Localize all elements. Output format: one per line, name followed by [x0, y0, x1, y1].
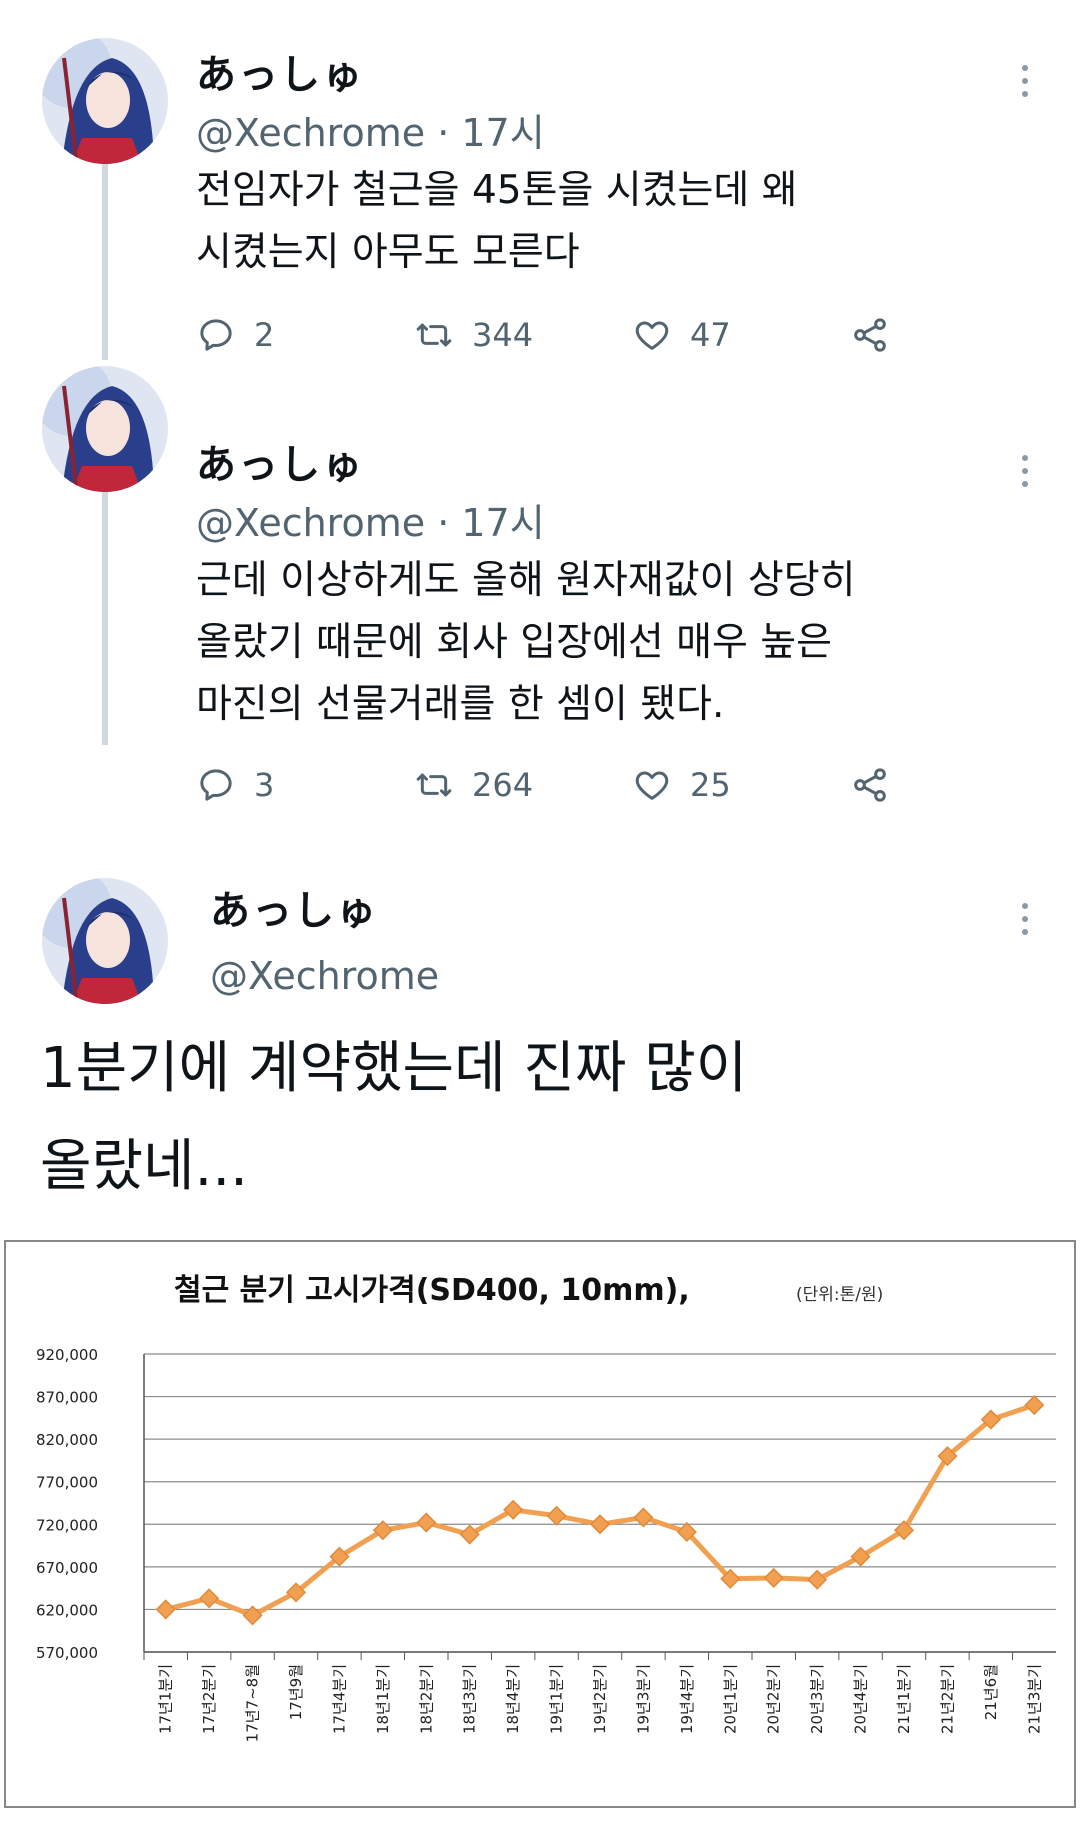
x-tick-label: 17년7~8월 — [244, 1664, 262, 1742]
data-point — [155, 1599, 176, 1620]
x-tick-label: 20년1분기 — [721, 1664, 739, 1734]
more-vertical-icon[interactable] — [1015, 903, 1035, 943]
tweet-2[interactable]: あっしゅ @Xechrome · 17시 근데 이상하게도 올해 원자재값이 상… — [0, 360, 1080, 804]
retweet-icon — [416, 323, 452, 347]
x-tick-label: 21년1분기 — [895, 1664, 913, 1734]
like-count: 25 — [690, 766, 731, 804]
y-tick-label: 870,000 — [36, 1389, 98, 1407]
chart-title: 철근 분기 고시가격(SD400, 10mm), — [174, 1273, 690, 1308]
tweet-actions: 2 344 47 — [196, 310, 916, 360]
x-tick-label: 20년2분기 — [765, 1664, 783, 1734]
x-tick-label: 20년4분기 — [852, 1664, 870, 1734]
data-point — [763, 1567, 784, 1588]
data-point — [546, 1505, 567, 1526]
y-tick-label: 920,000 — [36, 1346, 98, 1364]
handle-and-time[interactable]: @Xechrome · 17시 — [196, 102, 545, 157]
heart-icon — [635, 321, 669, 350]
data-point — [416, 1512, 437, 1533]
reply-icon — [200, 769, 232, 801]
y-tick-label: 820,000 — [36, 1431, 98, 1449]
like-button[interactable]: 25 — [632, 760, 731, 810]
x-tick-label: 17년9월 — [287, 1664, 305, 1720]
y-tick-label: 770,000 — [36, 1474, 98, 1492]
x-tick-label: 17년1분기 — [157, 1664, 175, 1734]
data-point — [199, 1588, 220, 1609]
handle-and-time[interactable]: @Xechrome · 17시 — [196, 492, 545, 547]
x-tick-label: 21년2분기 — [938, 1664, 956, 1734]
y-tick-label: 620,000 — [36, 1601, 98, 1619]
x-tick-label: 19년2분기 — [591, 1664, 609, 1734]
avatar[interactable] — [42, 366, 168, 492]
share-button[interactable] — [850, 760, 890, 810]
share-icon — [854, 768, 886, 802]
data-point — [1024, 1395, 1045, 1416]
x-tick-label: 21년6월 — [982, 1664, 1000, 1720]
retweet-button[interactable]: 264 — [414, 760, 533, 810]
share-button[interactable] — [850, 310, 890, 360]
handle[interactable]: @Xechrome — [210, 954, 439, 998]
x-tick-label: 18년3분기 — [461, 1664, 479, 1734]
tweet-text: 근데 이상하게도 올해 원자재값이 상당히 올랐기 때문에 회사 입장에선 매우… — [196, 558, 856, 727]
reply-count: 2 — [254, 316, 275, 354]
reply-button[interactable]: 2 — [196, 310, 274, 360]
reply-button[interactable]: 3 — [196, 760, 274, 810]
reply-icon — [200, 319, 232, 351]
tweet-text: 전임자가 철근을 45톤을 시켰는데 왜 시켰는지 아무도 모른다 — [196, 168, 798, 275]
retweet-count: 344 — [472, 316, 534, 354]
display-name[interactable]: あっしゅ — [196, 432, 364, 490]
more-vertical-icon[interactable] — [1015, 65, 1035, 105]
x-tick-label: 18년2분기 — [417, 1664, 435, 1734]
like-button[interactable]: 47 — [632, 310, 731, 360]
x-tick-label: 20년3분기 — [808, 1664, 826, 1734]
data-point — [589, 1514, 611, 1535]
x-tick-label: 17년2분기 — [200, 1664, 218, 1734]
avatar[interactable] — [42, 878, 168, 1004]
x-tick-label: 17년4분기 — [330, 1664, 348, 1734]
x-tick-label: 19년1분기 — [548, 1664, 566, 1734]
x-tick-label: 19년4분기 — [678, 1664, 696, 1734]
retweet-icon — [416, 773, 452, 797]
tweet-text-large: 1분기에 계약했는데 진짜 많이 올랐네... — [40, 1036, 748, 1199]
y-tick-label: 570,000 — [36, 1644, 98, 1662]
retweet-count: 264 — [472, 766, 534, 804]
tweet-1[interactable]: あっしゅ @Xechrome · 17시 전임자가 철근을 45톤을 시켰는데 … — [0, 0, 1080, 360]
x-tick-label: 19년3분기 — [634, 1664, 652, 1734]
data-point — [807, 1569, 828, 1590]
attached-chart-image[interactable]: 철근 분기 고시가격(SD400, 10mm), (단위:톤/원) 920,00… — [4, 1240, 1076, 1808]
x-tick-label: 21년3분기 — [1025, 1664, 1043, 1734]
y-tick-label: 670,000 — [36, 1559, 98, 1577]
retweet-button[interactable]: 344 — [414, 310, 533, 360]
tweet-actions: 3 264 25 — [196, 760, 916, 810]
like-count: 47 — [690, 316, 731, 354]
display-name[interactable]: あっしゅ — [196, 42, 364, 100]
y-tick-label: 720,000 — [36, 1516, 98, 1534]
reply-count: 3 — [254, 766, 275, 804]
chart-subtitle: (단위:톤/원) — [796, 1285, 883, 1305]
share-icon — [854, 318, 886, 352]
heart-icon — [635, 771, 669, 800]
line-chart: 철근 분기 고시가격(SD400, 10mm), (단위:톤/원) 920,00… — [36, 1273, 1056, 1742]
x-tick-label: 18년1분기 — [374, 1664, 392, 1734]
avatar[interactable] — [42, 38, 168, 164]
x-tick-label: 18년4분기 — [504, 1664, 522, 1734]
more-vertical-icon[interactable] — [1015, 455, 1035, 495]
display-name[interactable]: あっしゅ — [210, 878, 378, 936]
